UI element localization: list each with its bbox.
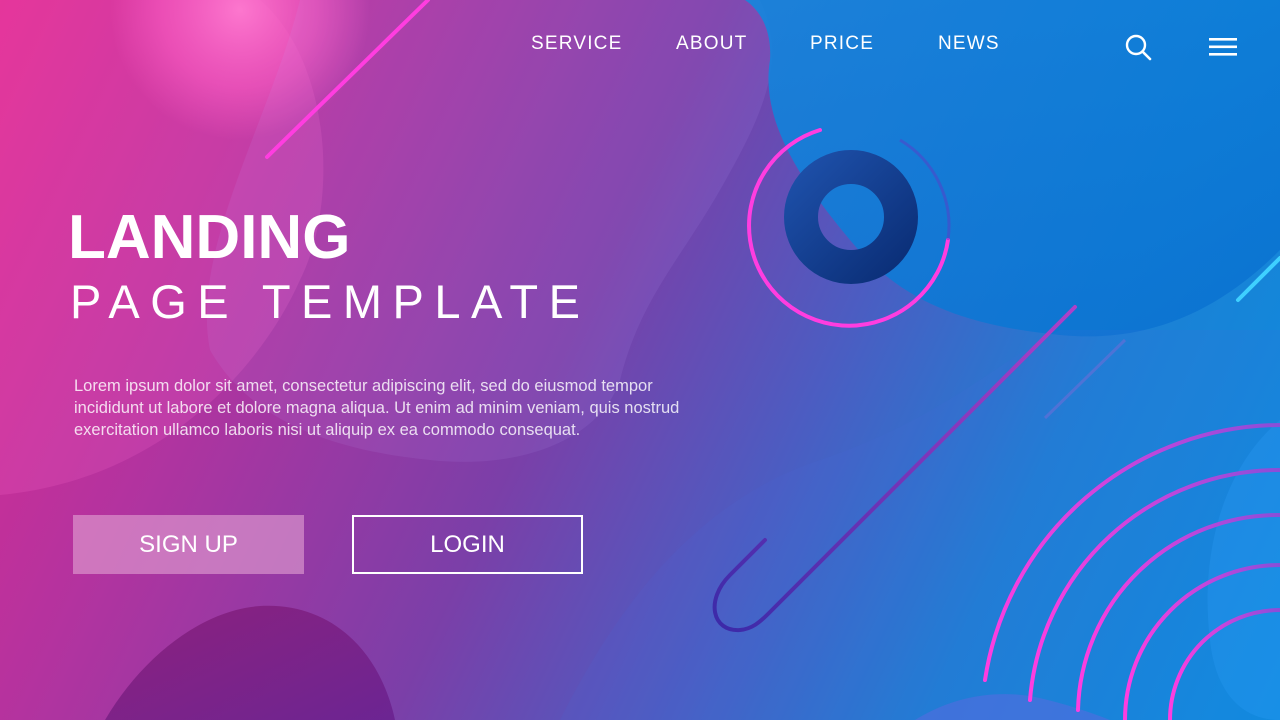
- hero-description-line: incididunt ut labore et dolore magna ali…: [74, 399, 680, 417]
- hero-subtitle: PAGE TEMPLATE: [70, 275, 591, 328]
- nav-item-about[interactable]: ABOUT: [676, 33, 747, 55]
- nav-item-news[interactable]: NEWS: [938, 33, 1000, 55]
- hero-description-line: Lorem ipsum dolor sit amet, consectetur …: [74, 377, 653, 395]
- nav-item-service[interactable]: SERVICE: [531, 33, 622, 55]
- top-nav: SERVICE ABOUT PRICE NEWS: [0, 33, 1280, 61]
- hero-title: LANDING: [68, 203, 351, 272]
- hamburger-menu-icon[interactable]: [1209, 36, 1237, 58]
- nav-item-price[interactable]: PRICE: [810, 33, 874, 55]
- login-button[interactable]: LOGIN: [352, 515, 583, 574]
- hero-description: Lorem ipsum dolor sit amet, consectetur …: [74, 375, 754, 441]
- background: [0, 0, 1280, 720]
- hero-description-line: exercitation ullamco laboris nisi ut ali…: [74, 421, 581, 439]
- signup-button[interactable]: SIGN UP: [73, 515, 304, 574]
- decorative-shapes: [0, 0, 1280, 720]
- search-icon[interactable]: [1124, 33, 1152, 61]
